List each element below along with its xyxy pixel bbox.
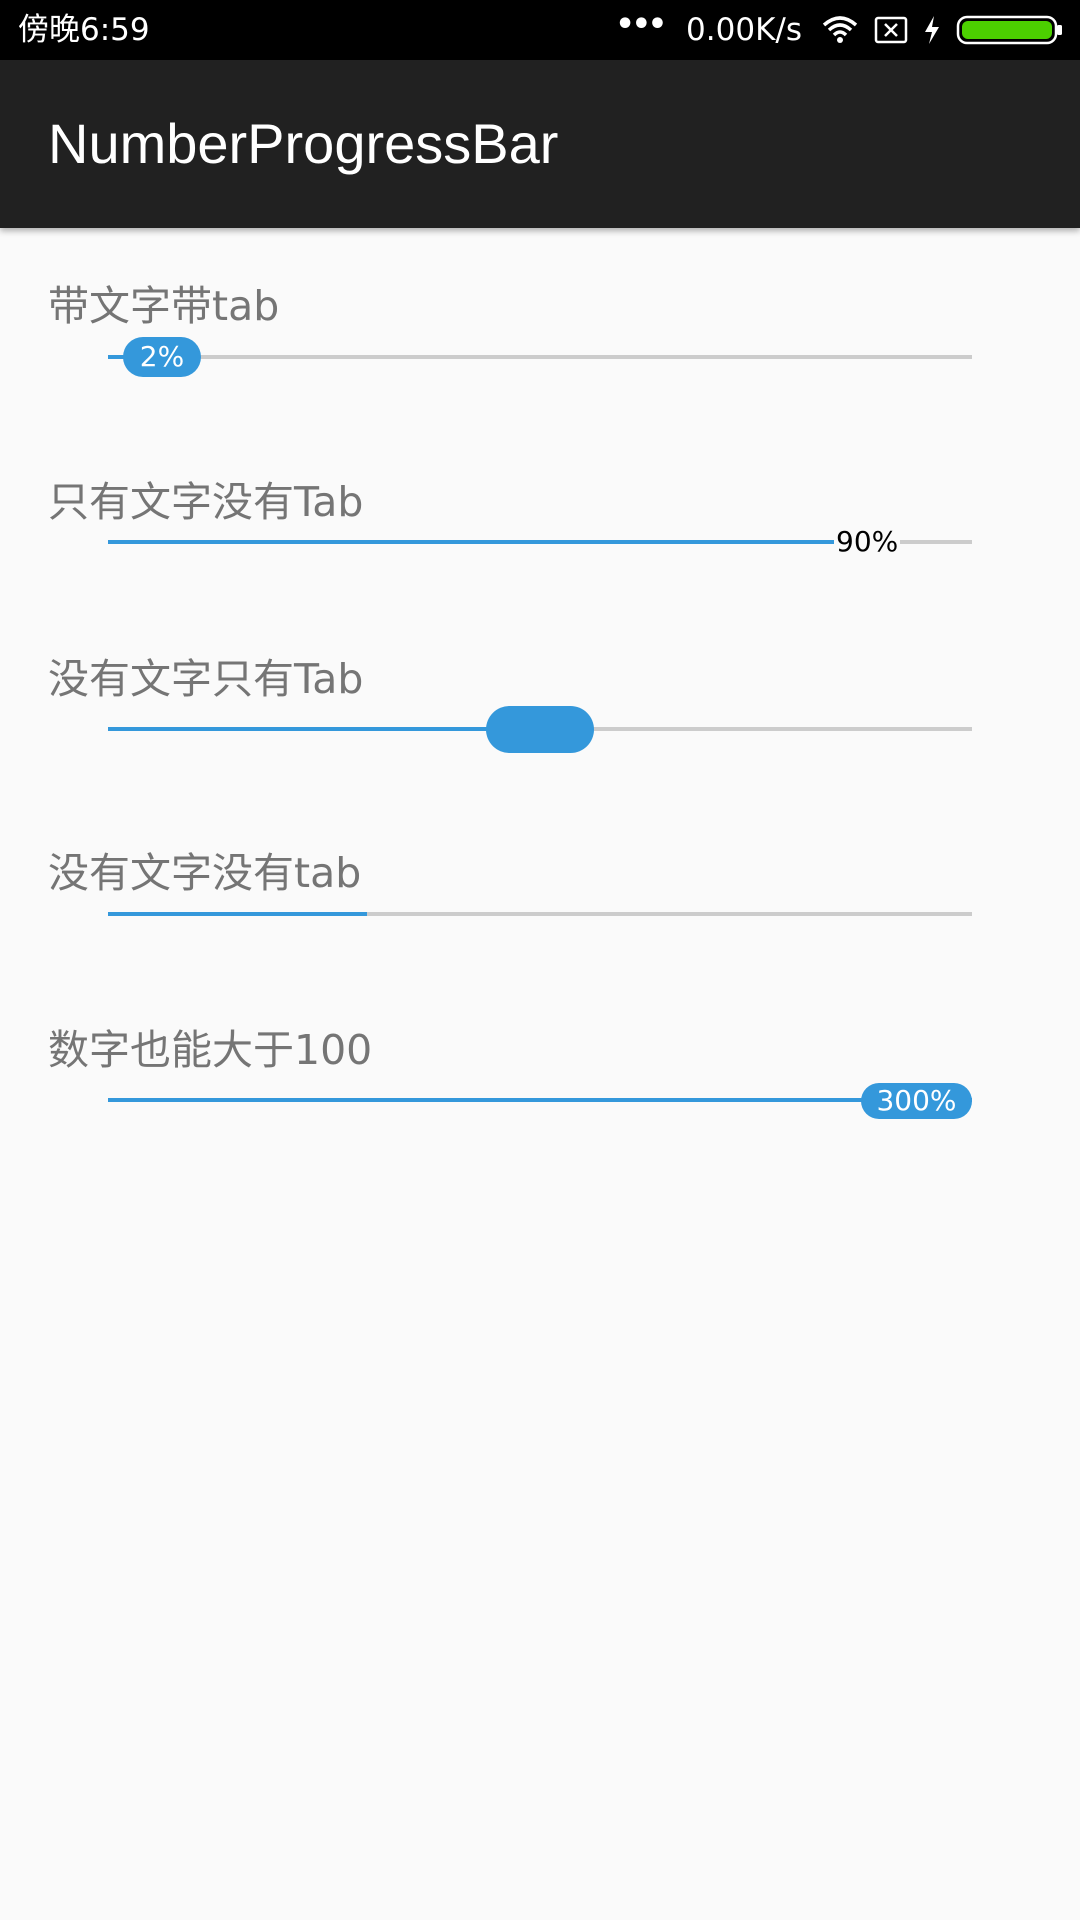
- status-icons: ••• 0.00K/s: [616, 0, 1064, 60]
- number-progress-bar-over-100[interactable]: [108, 1098, 972, 1102]
- app-title: NumberProgressBar: [48, 112, 559, 175]
- app-bar: NumberProgressBar: [0, 60, 1080, 228]
- item-label-text-with-tab: 带文字带tab: [48, 282, 280, 330]
- number-progress-bar-text-with-tab[interactable]: [108, 355, 972, 359]
- progress-tab[interactable]: [486, 706, 594, 753]
- item-label-text-only: 只有文字没有Tab: [48, 478, 364, 526]
- progress-fill: [108, 727, 540, 731]
- status-time: 傍晚6:59: [18, 12, 150, 48]
- item-label-tab-only: 没有文字只有Tab: [48, 655, 364, 703]
- progress-tab[interactable]: 2%: [123, 337, 201, 377]
- item-label-no-text-no-tab: 没有文字没有tab: [48, 849, 362, 897]
- wifi-icon: [822, 16, 858, 43]
- progress-fill: [108, 1098, 972, 1102]
- item-label-over-100: 数字也能大于100: [48, 1026, 373, 1074]
- sim-blocked-icon: [874, 16, 908, 44]
- progress-tab[interactable]: 300%: [861, 1083, 972, 1119]
- progress-fill: [108, 540, 886, 544]
- progress-fill: [108, 912, 367, 916]
- charging-bolt-icon: [925, 16, 939, 44]
- battery-icon: [956, 15, 1062, 45]
- more-dots-icon: •••: [615, 6, 668, 42]
- progress-text: 90%: [834, 524, 901, 560]
- number-progress-bar-plain[interactable]: [108, 912, 972, 916]
- network-speed: 0.00K/s: [686, 12, 802, 48]
- status-bar: 傍晚6:59 ••• 0.00K/s: [0, 0, 1080, 60]
